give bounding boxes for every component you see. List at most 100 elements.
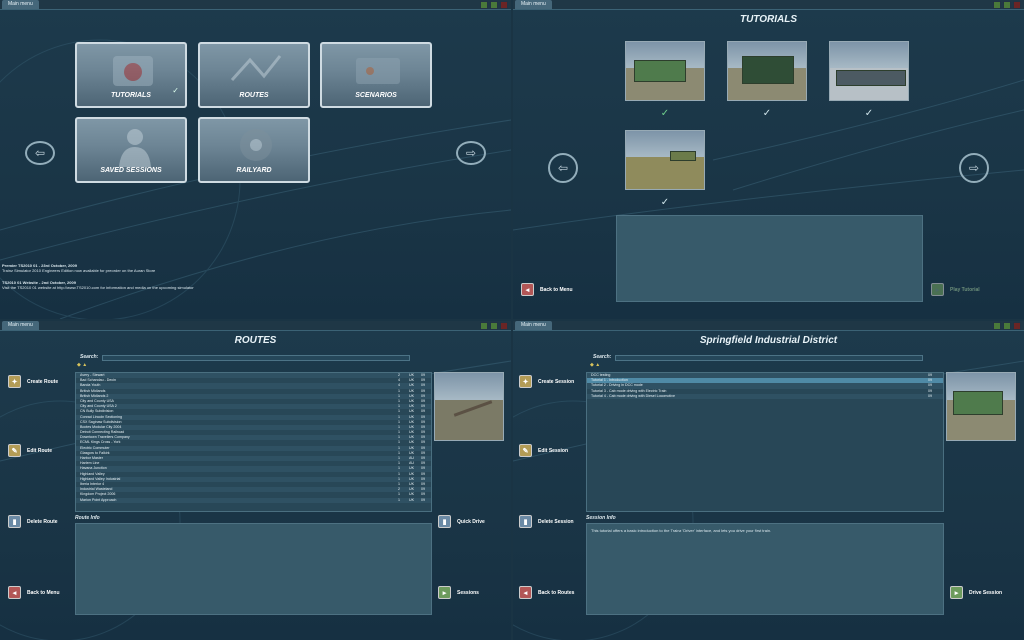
minimize-button[interactable] xyxy=(993,1,1001,9)
route-name: British Midlands 2 xyxy=(80,393,109,398)
routes-list[interactable]: Avery - Stewart 2 UK 09 Bad Schandau - Decin… xyxy=(75,372,432,512)
next-page-button[interactable]: ⇨ xyxy=(959,153,989,183)
window-tab[interactable]: Main menu xyxy=(2,321,39,330)
back-to-routes-button[interactable]: ◂ Back to Routes xyxy=(519,586,574,599)
window-titlebar: Main menu xyxy=(0,321,511,331)
page-title: ROUTES xyxy=(234,335,277,346)
create-icon: ✦ xyxy=(8,375,21,388)
session-info-label: Session Info xyxy=(586,515,616,521)
arrow-right-icon: ⇨ xyxy=(465,146,477,160)
route-col-1: 1 xyxy=(398,497,400,502)
play-tutorial-button[interactable]: ▸ Play Tutorial xyxy=(931,283,980,296)
create-route-button[interactable]: ✦ Create Route xyxy=(8,375,58,388)
create-icon: ✦ xyxy=(519,375,532,388)
prev-page-button[interactable]: ⇦ xyxy=(548,153,578,183)
tile-label: ROUTES xyxy=(239,92,269,99)
tile-tutorials[interactable]: ✓ TUTORIALS xyxy=(75,42,187,108)
tutorial-thumbnail[interactable] xyxy=(727,41,807,101)
button-label: Sessions xyxy=(457,589,479,596)
button-label: Create Session xyxy=(538,378,575,385)
tutorial-thumbnail[interactable] xyxy=(829,41,909,101)
close-button[interactable] xyxy=(1013,322,1021,330)
route-preview-image xyxy=(434,372,504,441)
button-label: Delete Session xyxy=(538,518,574,525)
maximize-button[interactable] xyxy=(490,322,498,330)
search-label: Search: xyxy=(593,354,612,360)
window-tab[interactable]: Main menu xyxy=(2,0,39,9)
search-input[interactable] xyxy=(102,355,410,361)
tile-railyard[interactable]: RAILYARD xyxy=(198,117,310,183)
minimize-button[interactable] xyxy=(993,322,1001,330)
check-icon: ✓ xyxy=(660,197,670,208)
tile-label: TUTORIALS xyxy=(111,92,151,99)
session-name: Tutorial 3 - Cab mode driving with Elect… xyxy=(591,388,667,393)
back-to-menu-button[interactable]: ◂ Back to Menu xyxy=(8,586,60,599)
window-tab[interactable]: Main menu xyxy=(515,321,552,330)
routes-screen: Main menu ROUTES Search: ◆ ▲ Avery - Ste… xyxy=(0,321,511,640)
sessions-button[interactable]: ▸ Sessions xyxy=(438,586,479,599)
delete-session-button[interactable]: ▮ Delete Session xyxy=(519,515,574,528)
route-name: Avery - Stewart xyxy=(80,373,105,377)
close-button[interactable] xyxy=(1013,1,1021,9)
edit-route-button[interactable]: ✎ Edit Route xyxy=(8,444,52,457)
tutorials-screen: Main menu TUTORIALS ✓ ✓ ✓ ✓ ⇦ ⇨ ◂ Back t… xyxy=(513,0,1024,319)
route-name: Iberia Interior 4 xyxy=(80,481,105,486)
close-button[interactable] xyxy=(500,1,508,9)
delete-route-button[interactable]: ▮ Delete Route xyxy=(8,515,58,528)
check-icon: ✓ xyxy=(762,108,772,119)
forward-arrow-icon: ▸ xyxy=(438,586,451,599)
edit-session-button[interactable]: ✎ Edit Session xyxy=(519,444,568,457)
scenarios-icon xyxy=(356,58,400,84)
minimize-button[interactable] xyxy=(480,1,488,9)
session-col: 09 xyxy=(928,393,932,398)
arrow-left-icon: ⇦ xyxy=(557,161,569,175)
back-to-menu-button[interactable]: ◂ Back to Menu xyxy=(521,283,573,296)
page-title: Springfield Industrial District xyxy=(699,335,838,346)
route-name: Banda Youth xyxy=(80,383,101,388)
driver-silhouette-icon xyxy=(119,129,151,167)
filter-icons[interactable]: ◆ ▲ xyxy=(77,362,87,368)
back-arrow-icon: ◂ xyxy=(519,586,532,599)
quick-drive-button[interactable]: ▮ Quick Drive xyxy=(438,515,485,528)
drive-session-button[interactable]: ▸ Drive Session xyxy=(950,586,1002,599)
route-name: City and County USA 2 xyxy=(80,404,117,409)
maximize-button[interactable] xyxy=(490,1,498,9)
tile-label: RAILYARD xyxy=(236,167,272,174)
create-session-button[interactable]: ✦ Create Session xyxy=(519,375,574,388)
tile-saved-sessions[interactable]: SAVED SESSIONS xyxy=(75,117,187,183)
tile-routes[interactable]: ROUTES xyxy=(198,42,310,108)
route-name: Industrial Wasteland xyxy=(80,487,113,492)
close-button[interactable] xyxy=(500,322,508,330)
route-name: Harlem Line xyxy=(80,461,100,466)
route-info-panel xyxy=(75,523,432,615)
search-input[interactable] xyxy=(615,355,923,361)
session-info-panel: This tutorial offers a basic introductio… xyxy=(586,523,944,615)
tutorial-thumbnail[interactable] xyxy=(625,41,705,101)
prev-page-button[interactable]: ⇦ xyxy=(25,141,55,165)
list-item[interactable]: Tutorial 4 - Cab mode driving with Diese… xyxy=(587,393,943,399)
minimize-button[interactable] xyxy=(480,322,488,330)
button-label: Drive Session xyxy=(969,589,1003,596)
edit-pencil-icon: ✎ xyxy=(519,444,532,457)
button-label: Play Tutorial xyxy=(950,286,980,293)
next-page-button[interactable]: ⇨ xyxy=(456,141,486,165)
route-col-2: UK xyxy=(409,497,414,502)
route-name: CN Bully Subdivision xyxy=(80,409,114,414)
quick-drive-icon: ▮ xyxy=(438,515,451,528)
window-titlebar: Main menu xyxy=(513,0,1024,10)
tutorial-thumbnail[interactable] xyxy=(625,130,705,190)
route-name: Havana Junction xyxy=(80,466,107,471)
maximize-button[interactable] xyxy=(1003,1,1011,9)
news-body: Trainz Simulator 2010 Engineers Edition … xyxy=(2,268,156,273)
drive-arrow-icon: ▸ xyxy=(950,586,963,599)
news-item: Premier TS2010 01 - 23rd October, 2009 T… xyxy=(2,263,302,273)
window-tab[interactable]: Main menu xyxy=(515,0,552,9)
tile-scenarios[interactable]: SCENARIOS xyxy=(320,42,432,108)
news-body[interactable]: Visit the TS2010 01 website at http://ww… xyxy=(2,285,302,290)
maximize-button[interactable] xyxy=(1003,322,1011,330)
filter-icons[interactable]: ◆ ▲ xyxy=(590,362,600,368)
sessions-list[interactable]: DCC testing 09 Tutorial 1 - Introduction 09… xyxy=(586,372,944,512)
session-name: Tutorial 2 - Driving in DCC mode xyxy=(591,383,643,388)
table-row[interactable]: Marion Point Approach 1 UK 09 xyxy=(76,497,431,503)
button-label: Back to Routes xyxy=(538,589,575,596)
